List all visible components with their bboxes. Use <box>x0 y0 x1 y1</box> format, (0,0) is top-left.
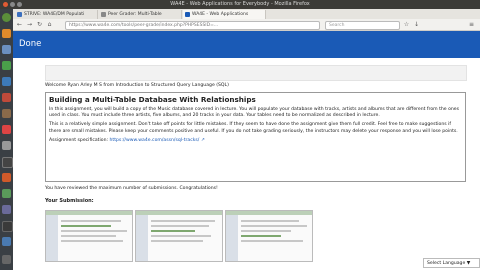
submission-screenshot[interactable] <box>225 210 313 262</box>
app-icon[interactable] <box>2 189 11 198</box>
tab-label: STRIVE: WA4E/DM Populati <box>24 12 85 17</box>
assignment-spec-line: Assignment specification: https://www.wa… <box>49 138 462 144</box>
favicon-icon <box>185 12 190 17</box>
app-icon[interactable] <box>2 205 11 214</box>
software-center-icon[interactable] <box>2 109 11 118</box>
grading-instructions: This is a relatively simple assignment. … <box>49 122 458 134</box>
window-title: WA4E - Web Applications for Everybody - … <box>170 1 310 7</box>
url-bar[interactable]: https://www.wa4e.com/tools/peer-grade/in… <box>65 21 320 30</box>
spec-link[interactable]: https://www.wa4e.com/assn/sql-tracks/ <box>110 138 200 143</box>
spec-label: Assignment specification: <box>49 137 109 143</box>
assignment-title: Building a Multi-Table Database With Rel… <box>49 95 256 104</box>
firefox-icon[interactable] <box>2 29 11 38</box>
select-language-dropdown[interactable]: Select Language ▼ <box>423 258 480 268</box>
trash-icon[interactable] <box>2 255 11 264</box>
app-icon[interactable] <box>2 221 13 232</box>
forward-arrow-icon[interactable]: → <box>26 21 33 28</box>
reviewed-message: You have reviewed the maximum number of … <box>45 186 218 191</box>
home-icon[interactable]: ⌂ <box>46 21 53 28</box>
spreadsheet-icon[interactable] <box>2 61 11 70</box>
submission-screenshot[interactable] <box>45 210 133 262</box>
favicon-icon <box>101 12 106 17</box>
tab-label: Peer Grader: Multi-Table <box>108 12 162 17</box>
files-icon[interactable] <box>2 45 11 54</box>
done-button[interactable]: Done <box>19 39 41 49</box>
menu-icon[interactable]: ≡ <box>468 21 475 28</box>
tab-wa4e[interactable]: WA4E - Web Applications <box>183 10 266 19</box>
search-input[interactable]: Search <box>325 21 400 30</box>
app-icon[interactable] <box>2 173 11 182</box>
favicon-icon <box>17 12 22 17</box>
external-link-icon[interactable]: ↗ <box>201 138 205 143</box>
flash-message-area <box>45 65 467 81</box>
navigation-bar: ← → ↻ ⌂ https://www.wa4e.com/tools/peer-… <box>13 19 480 31</box>
submission-heading: Your Submission: <box>45 198 94 204</box>
terminal-icon[interactable] <box>2 157 13 168</box>
page-content: Welcome Ryan Arley M S from Introduction… <box>13 58 480 270</box>
help-icon[interactable] <box>2 125 11 134</box>
welcome-text: Welcome Ryan Arley M S from Introduction… <box>45 83 229 88</box>
page-header: Done <box>13 31 480 58</box>
writer-icon[interactable] <box>2 77 11 86</box>
os-top-bar: WA4E - Web Applications for Everybody - … <box>0 0 480 9</box>
bookmark-star-icon[interactable]: ☆ <box>403 21 410 28</box>
back-arrow-icon[interactable]: ← <box>16 21 23 28</box>
downloads-icon[interactable]: ↓ <box>413 21 420 28</box>
launcher-sidebar <box>0 9 13 270</box>
tab-peer-grader[interactable]: Peer Grader: Multi-Table <box>99 10 182 19</box>
submission-screenshot[interactable] <box>135 210 223 262</box>
assignment-box: Building a Multi-Table Database With Rel… <box>45 92 466 182</box>
impress-icon[interactable] <box>2 93 11 102</box>
assignment-description: In this assignment, you will build a cop… <box>49 107 460 119</box>
reload-icon[interactable]: ↻ <box>36 21 43 28</box>
tab-strive[interactable]: STRIVE: WA4E/DM Populati <box>15 10 98 19</box>
ubuntu-logo-icon[interactable] <box>2 13 11 22</box>
settings-icon[interactable] <box>2 141 11 150</box>
tab-bar: STRIVE: WA4E/DM Populati Peer Grader: Mu… <box>13 9 480 19</box>
app-icon[interactable] <box>2 237 11 246</box>
tab-label: WA4E - Web Applications <box>192 12 249 17</box>
